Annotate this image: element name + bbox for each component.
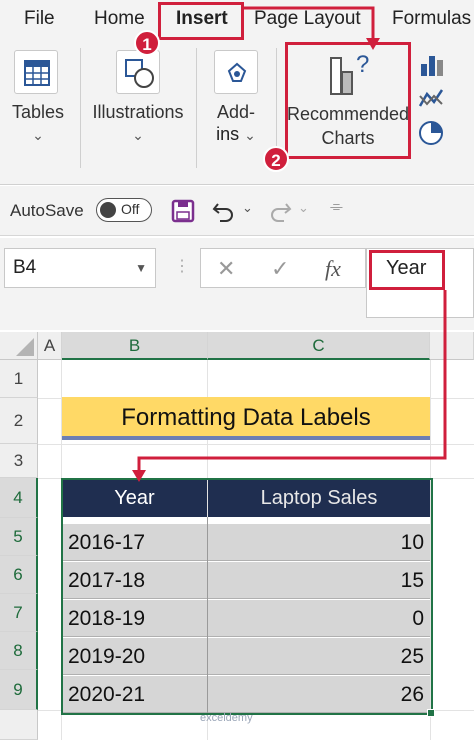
table-cell-sales[interactable]: 0 <box>208 600 430 637</box>
chevron-down-icon: ⌄ <box>132 127 144 143</box>
column-header-c[interactable]: C <box>208 332 430 360</box>
addins-label-line2: ins ⌄ <box>212 124 260 145</box>
chevron-down-icon: ⌄ <box>244 127 256 143</box>
ribbon-tab-bar: File Home Insert Page Layout Formulas <box>0 0 474 40</box>
name-box-value: B4 <box>13 257 37 278</box>
formula-buttons: ✕ ✓ fx <box>200 248 366 288</box>
column-header-b[interactable]: B <box>62 332 208 360</box>
table-cell-sales[interactable]: 25 <box>208 638 430 675</box>
table-icon <box>14 50 58 94</box>
table-cell-year[interactable]: 2019-20 <box>62 638 207 675</box>
row-header-3[interactable]: 3 <box>0 444 38 478</box>
chevron-down-icon: ⌄ <box>32 127 44 143</box>
ribbon-divider <box>196 48 197 168</box>
enter-icon[interactable]: ✓ <box>271 256 289 282</box>
line-chart-icon[interactable] <box>418 86 448 112</box>
table-cell-year[interactable]: 2018-19 <box>62 600 207 637</box>
step-2-badge: 2 <box>263 146 289 172</box>
redo-icon[interactable] <box>266 198 294 224</box>
recommended-charts-label-line1: Recommended <box>286 104 410 124</box>
formula-bar: B4 ▼ ⋮ ✕ ✓ fx Year <box>0 238 474 330</box>
svg-text:?: ? <box>356 51 369 78</box>
row-header-1[interactable]: 1 <box>0 360 38 398</box>
column-header-a[interactable]: A <box>38 332 62 360</box>
recommended-charts-icon: ? <box>324 46 372 98</box>
gridline <box>430 360 431 740</box>
fill-handle[interactable] <box>427 709 435 717</box>
watermark: exceldemy <box>200 712 253 724</box>
name-box[interactable]: B4 ▼ <box>4 248 156 288</box>
row-header-2[interactable]: 2 <box>0 398 38 444</box>
table-cell-year[interactable]: 2016-17 <box>62 524 207 561</box>
table-cell-sales[interactable]: 10 <box>208 524 430 561</box>
row-header-7[interactable]: 7 <box>0 594 38 632</box>
pie-chart-icon[interactable] <box>418 120 448 146</box>
table-header-laptop-sales[interactable]: Laptop Sales <box>208 479 430 517</box>
tab-formulas[interactable]: Formulas <box>392 8 471 30</box>
table-cell-sales[interactable]: 26 <box>208 676 430 713</box>
select-all-corner[interactable] <box>0 332 38 360</box>
row-header-9[interactable]: 9 <box>0 670 38 710</box>
tables-label: Tables <box>11 102 65 122</box>
autosave-label: AutoSave <box>10 201 84 220</box>
illustrations-group[interactable]: Illustrations ⌄ <box>90 40 186 170</box>
step-1-badge: 1 <box>134 30 160 56</box>
undo-dropdown-icon[interactable]: ⌄ <box>242 200 253 216</box>
addins-group[interactable]: Add- ins ⌄ <box>206 40 266 170</box>
tab-page-layout[interactable]: Page Layout <box>254 8 361 30</box>
splitter-icon[interactable]: ⋮ <box>174 256 190 276</box>
tab-insert[interactable]: Insert <box>176 8 228 30</box>
ribbon-divider <box>80 48 81 168</box>
tab-file[interactable]: File <box>24 8 55 30</box>
chevron-down-icon: ▼ <box>135 261 147 275</box>
customize-toolbar-icon[interactable]: ⌯ <box>330 198 343 216</box>
column-chart-icon[interactable] <box>418 52 448 78</box>
illustrations-label: Illustrations <box>92 102 184 122</box>
undo-icon[interactable] <box>210 198 238 224</box>
quick-access-toolbar: AutoSave Off ⌄ ⌄ ⌯ <box>0 186 474 236</box>
cancel-icon[interactable]: ✕ <box>217 256 235 282</box>
autosave-toggle[interactable]: Off <box>96 198 152 222</box>
table-cell-year[interactable]: 2017-18 <box>62 562 207 599</box>
save-icon[interactable] <box>170 198 196 224</box>
table-cell-sales[interactable]: 15 <box>208 562 430 599</box>
toggle-knob <box>100 202 116 218</box>
row-header-8[interactable]: 8 <box>0 632 38 670</box>
sheet-title-cell[interactable]: Formatting Data Labels <box>62 397 430 440</box>
addins-label-line1: Add- <box>216 102 256 122</box>
addins-label-text: ins <box>216 124 240 144</box>
insert-function-icon[interactable]: fx <box>325 256 341 282</box>
autosave-state: Off <box>121 201 140 217</box>
row-header-5[interactable]: 5 <box>0 518 38 556</box>
recommended-charts-button[interactable]: ? Recommended Charts <box>286 40 410 156</box>
table-cell-year[interactable]: 2020-21 <box>62 676 207 713</box>
row-header-4[interactable]: 4 <box>0 478 38 518</box>
row-header-10[interactable] <box>0 710 38 740</box>
shapes-icon <box>116 50 160 94</box>
gridline <box>38 444 474 445</box>
formula-input[interactable]: Year <box>366 248 474 318</box>
row-header-6[interactable]: 6 <box>0 556 38 594</box>
table-divider <box>207 517 208 713</box>
tables-group[interactable]: Tables ⌄ <box>8 40 68 170</box>
redo-dropdown-icon[interactable]: ⌄ <box>298 200 309 216</box>
addins-icon <box>214 50 258 94</box>
ribbon: Tables ⌄ Illustrations ⌄ Add- ins ⌄ ? Re… <box>0 40 474 185</box>
column-header-d[interactable] <box>430 332 474 360</box>
table-header-year[interactable]: Year <box>62 479 207 517</box>
tab-home[interactable]: Home <box>94 8 145 30</box>
formula-value: Year <box>386 257 427 279</box>
recommended-charts-label-line2: Charts <box>321 128 375 148</box>
